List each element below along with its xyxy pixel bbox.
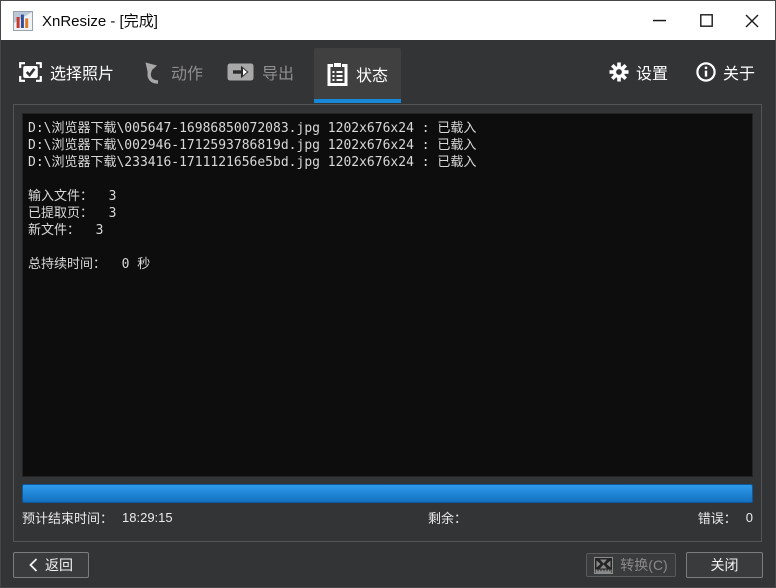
minimize-icon [653,19,667,22]
log-line: D:\浏览器下载\002946-1712593786819d.jpg 1202x… [28,137,747,154]
close-dialog-button[interactable]: 关闭 [686,552,763,578]
title-bar: XnResize - [完成] [1,1,775,40]
progress-bar [22,484,753,503]
errors-label: 错误： [698,508,737,527]
tab-status[interactable]: 状态 [314,48,401,103]
minimize-button[interactable] [637,1,683,40]
back-label: 返回 [45,555,73,575]
eta-status: 预计结束时间： 18:29:15 [22,508,173,527]
gear-icon [609,62,629,82]
action-arrow-icon [142,60,163,84]
settings-label: 设置 [636,60,668,84]
tab-label: 选择照片 [50,60,114,84]
about-label: 关于 [723,60,755,84]
status-panel: D:\浏览器下载\005647-16986850072083.jpg 1202x… [13,104,762,542]
close-icon [745,14,759,28]
tab-label: 动作 [171,60,203,84]
convert-label: 转换(C) [620,555,667,575]
footer-bar: 返回 转换(C) [13,552,763,578]
eta-value: 18:29:15 [122,510,173,525]
chevron-left-icon [29,558,38,572]
remaining-status: 剩余： [428,508,467,527]
app-window: XnResize - [完成] 选择照片 [0,0,776,588]
export-icon [227,63,254,81]
info-icon [696,62,716,82]
window-title: XnResize - [完成] [42,10,158,31]
window-controls [637,1,775,40]
log-line: D:\浏览器下载\233416-1711121656e5bd.jpg 1202x… [28,154,747,171]
select-photos-icon [19,62,42,82]
log-line [28,239,747,256]
errors-status: 错误： 0 [698,508,753,527]
log-line: D:\浏览器下载\005647-16986850072083.jpg 1202x… [28,120,747,137]
log-console[interactable]: D:\浏览器下载\005647-16986850072083.jpg 1202x… [22,113,753,477]
about-button[interactable]: 关于 [696,60,755,84]
errors-value: 0 [746,510,753,525]
remaining-label: 剩余： [428,511,467,526]
progress-fill [23,485,752,502]
close-label: 关闭 [711,555,739,575]
tab-label: 导出 [262,60,294,84]
status-clipboard-icon [327,62,348,86]
back-button[interactable]: 返回 [13,552,89,578]
settings-button[interactable]: 设置 [609,60,668,84]
maximize-button[interactable] [683,1,729,40]
status-bar: 预计结束时间： 18:29:15 剩余： 错误： 0 [22,503,753,531]
log-line [28,171,747,188]
close-button[interactable] [729,1,775,40]
toolbar: 选择照片 动作 导出 [1,40,775,103]
toolbar-right-actions: 设置 关于 [609,60,775,84]
maximize-icon [700,14,713,27]
app-logo-icon [13,11,33,31]
tab-actions[interactable]: 动作 [138,40,207,103]
log-line: 新文件： 3 [28,222,747,239]
tab-label: 状态 [356,62,388,86]
log-line: 总持续时间： 0 秒 [28,256,747,273]
convert-resize-icon [594,557,613,574]
tab-export[interactable]: 导出 [223,40,298,103]
tab-select-photos[interactable]: 选择照片 [15,40,118,103]
eta-label: 预计结束时间： [22,508,113,527]
convert-button[interactable]: 转换(C) [586,553,676,577]
log-line: 已提取页： 3 [28,205,747,222]
log-line: 输入文件： 3 [28,188,747,205]
